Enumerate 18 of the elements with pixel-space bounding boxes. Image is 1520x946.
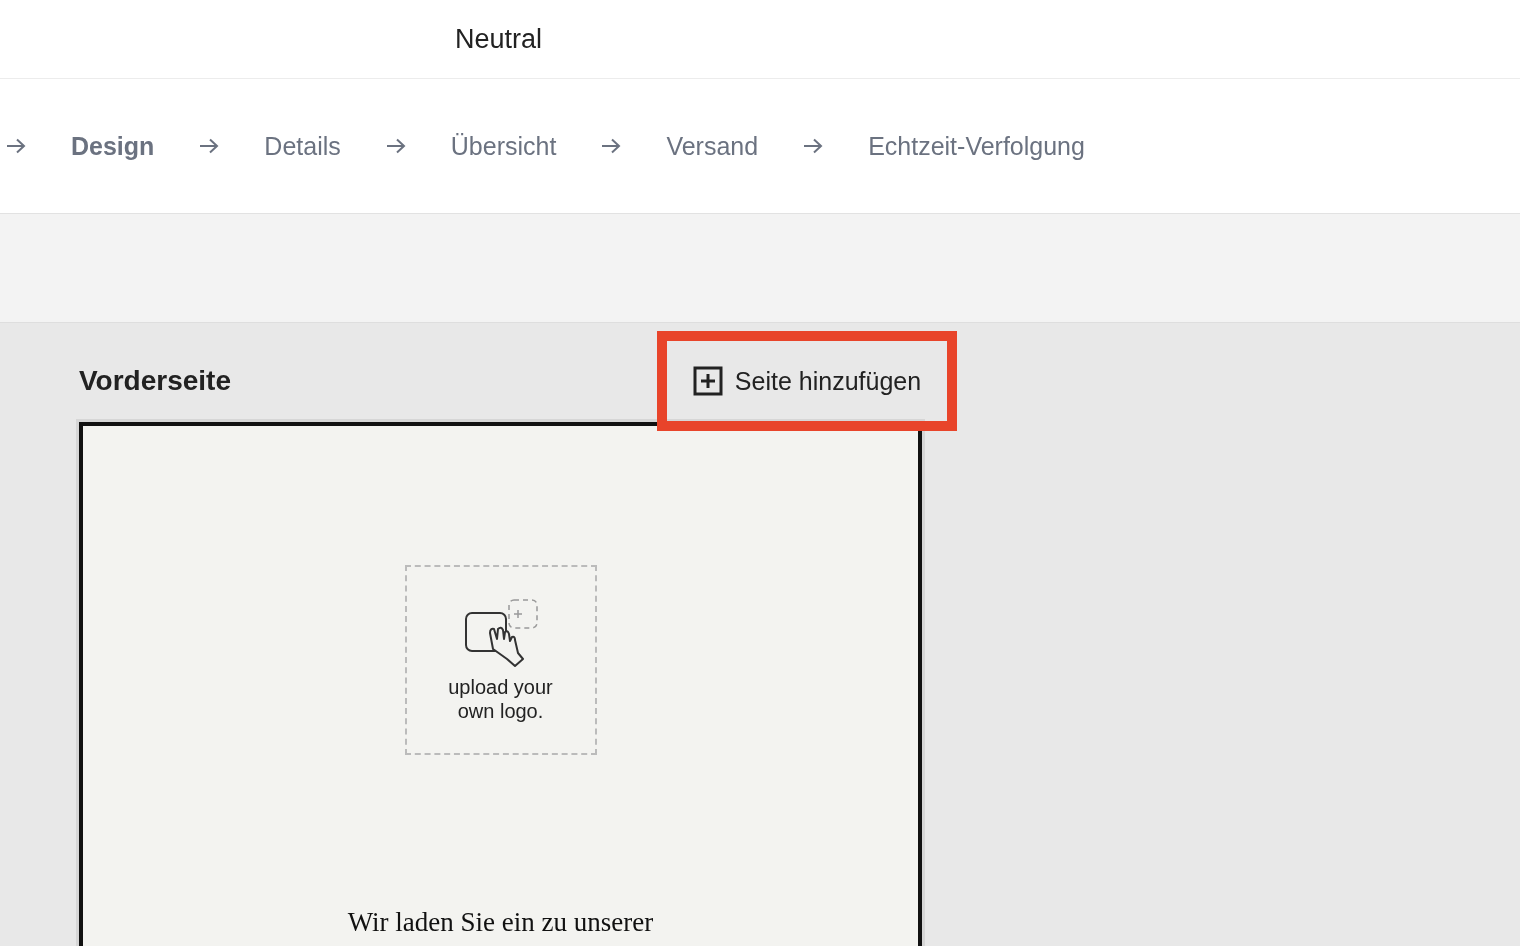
plus-square-icon: [692, 366, 723, 396]
arrow-icon: [199, 138, 220, 154]
step-link[interactable]: Echtzeit-Verfolgung: [868, 131, 1085, 161]
arrow-icon: [601, 138, 622, 154]
arrow-icon: [385, 138, 406, 154]
invitation-text: Wir laden Sie ein zu unserer: [347, 907, 654, 938]
arrow-icon: [803, 138, 824, 154]
step-link[interactable]: Übersicht: [450, 131, 557, 161]
step-link[interactable]: Design: [71, 131, 155, 161]
arrow-icon: [6, 138, 26, 154]
add-page-button[interactable]: Seite hinzufügen: [657, 331, 957, 431]
step-link[interactable]: Details: [264, 131, 341, 161]
page-title: Neutral: [455, 23, 543, 55]
step-link[interactable]: Versand: [666, 131, 759, 161]
hand-tap-icon: [462, 597, 539, 669]
upload-label: upload your own logo.: [447, 675, 554, 723]
logo-upload-area[interactable]: upload your own logo.: [404, 565, 597, 755]
page-side-title: Vorderseite: [79, 365, 231, 397]
